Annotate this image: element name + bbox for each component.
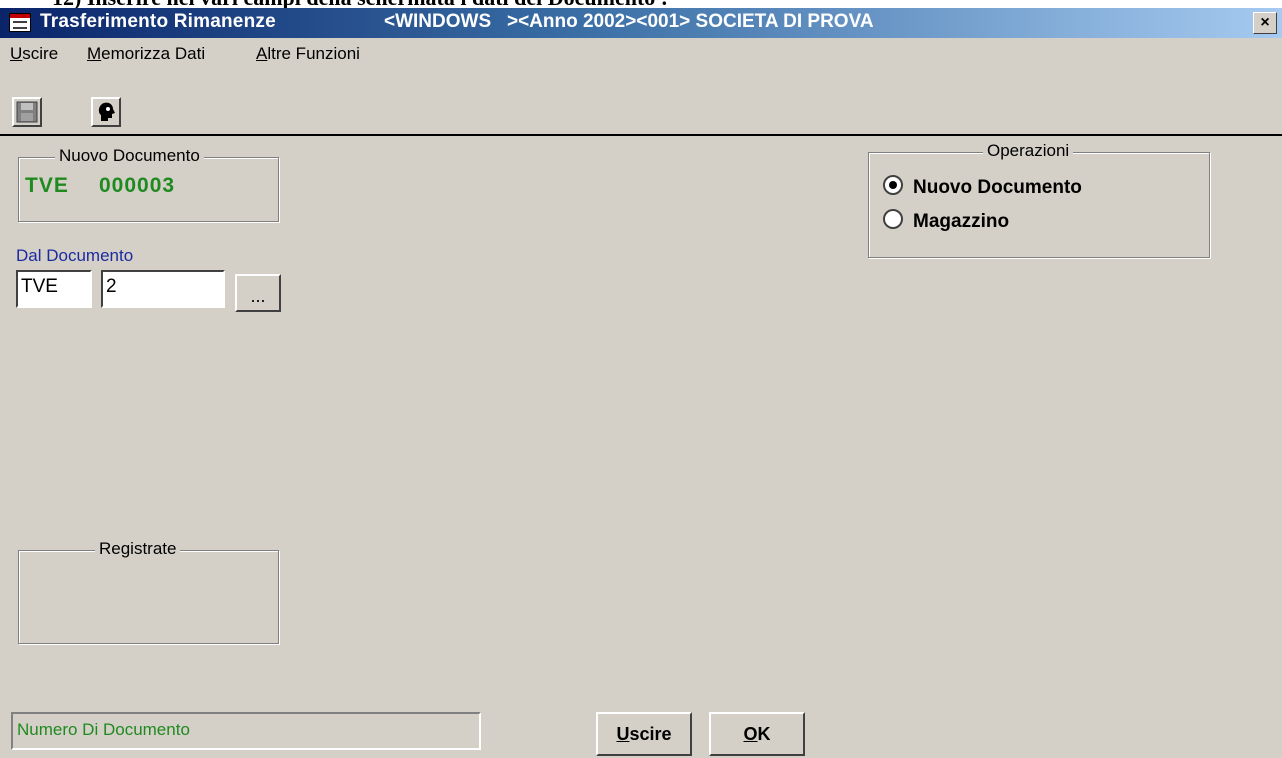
document-heading: 12) Inserire nei vari campi della scherm… (0, 0, 1282, 8)
menu-memorizza-label: emorizza Dati (101, 44, 206, 63)
nuovo-documento-group: Nuovo Documento TVE 000003 (18, 146, 279, 222)
uscire-button-label: scire (629, 724, 672, 744)
operazioni-group: Operazioni Nuovo Documento Magazzino (868, 141, 1210, 258)
toolbar (0, 70, 1282, 130)
dal-documento-label: Dal Documento (16, 246, 134, 265)
menu-uscire-accel: U (10, 44, 23, 63)
menu-altre-label: ltre Funzioni (267, 44, 360, 63)
window-app-icon[interactable] (9, 13, 31, 32)
radio-magazzino-label: Magazzino (913, 211, 1010, 232)
registrate-legend: Registrate (95, 539, 181, 559)
radio-unchecked-icon (883, 209, 903, 229)
save-button[interactable] (12, 97, 42, 127)
doc-number-input[interactable]: 2 (101, 270, 225, 308)
ok-button-label: K (757, 724, 771, 744)
radio-magazzino[interactable]: Magazzino (883, 209, 1009, 233)
radio-nuovo-documento[interactable]: Nuovo Documento (883, 175, 1082, 199)
menu-altre-funzioni[interactable]: Altre Funzioni (256, 44, 360, 64)
window-context: <WINDOWS ><Anno 2002><001> SOCIETA DI PR… (384, 11, 874, 32)
nuovo-documento-legend: Nuovo Documento (55, 146, 204, 166)
browse-button[interactable]: ... (235, 274, 281, 312)
new-doc-number: 000003 (99, 174, 176, 197)
app-window: Trasferimento Rimanenze <WINDOWS ><Anno … (0, 8, 1282, 758)
operazioni-legend: Operazioni (983, 141, 1074, 161)
close-button[interactable]: × (1253, 12, 1277, 34)
floppy-disk-icon (16, 101, 38, 123)
uscire-button-accel: U (616, 724, 630, 744)
new-doc-code: TVE (25, 174, 69, 197)
help-button[interactable] (91, 97, 121, 127)
doc-type-input[interactable]: TVE (16, 270, 92, 308)
radio-checked-icon (883, 175, 903, 195)
toolbar-divider (0, 134, 1282, 136)
title-bar[interactable]: Trasferimento Rimanenze <WINDOWS ><Anno … (0, 8, 1282, 38)
menu-bar: Uscire Memorizza Dati Altre Funzioni (0, 40, 1282, 68)
head-profile-icon (98, 102, 115, 121)
menu-uscire-label: scire (22, 44, 59, 63)
menu-uscire[interactable]: Uscire (10, 44, 58, 64)
uscire-button[interactable]: Uscire (596, 712, 692, 756)
menu-altre-accel: A (256, 44, 268, 63)
menu-memorizza-accel: M (87, 44, 102, 63)
menu-memorizza-dati[interactable]: Memorizza Dati (87, 44, 205, 64)
registrate-group: Registrate (18, 539, 279, 644)
ok-button[interactable]: OK (709, 712, 805, 756)
ok-button-accel: O (743, 724, 758, 744)
radio-nuovo-documento-label: Nuovo Documento (913, 177, 1082, 198)
window-title: Trasferimento Rimanenze (40, 11, 276, 32)
status-field: Numero Di Documento (11, 712, 481, 750)
